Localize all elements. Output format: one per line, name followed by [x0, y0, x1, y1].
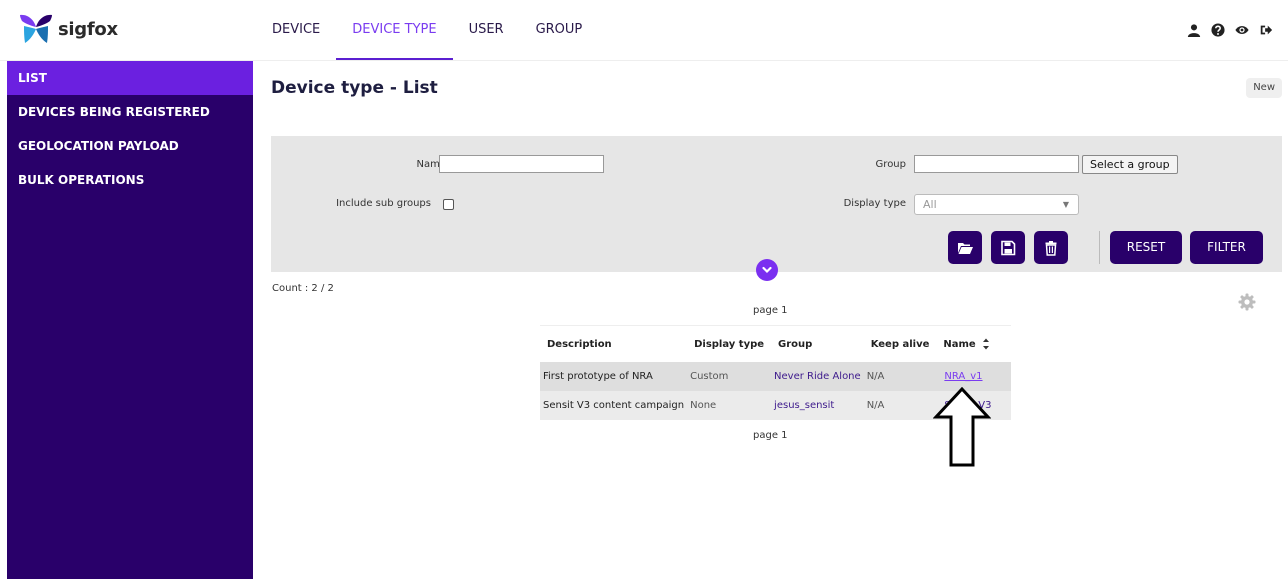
toolbar-divider [1099, 231, 1100, 264]
cell-keep-alive: N/A [863, 362, 937, 391]
include-sub-groups-label: Include sub groups [336, 198, 431, 209]
cell-display-type: Custom [687, 362, 772, 391]
device-type-name-link[interactable]: NRA_v1 [944, 371, 982, 382]
sidebar-item-devices-being-registered[interactable]: DEVICES BEING REGISTERED [7, 95, 253, 129]
cell-display-type: None [687, 391, 772, 420]
logout-icon[interactable] [1258, 22, 1274, 38]
cell-description: First prototype of NRA [540, 362, 688, 391]
group-link[interactable]: Never Ride Alone [774, 371, 861, 382]
top-bar: sigfox DEVICE DEVICE TYPE USER GROUP [0, 0, 1288, 61]
display-type-label: Display type [843, 198, 906, 209]
nav-user[interactable]: USER [453, 0, 520, 60]
save-filter-button[interactable] [991, 231, 1025, 264]
trash-icon [1045, 240, 1057, 256]
brand-name: sigfox [58, 18, 118, 40]
display-type-select[interactable]: All ▼ [914, 194, 1079, 215]
table-header-row: Description Display type Group Keep aliv… [540, 325, 1011, 362]
result-count: Count : 2 / 2 [272, 283, 334, 294]
nav-device-type[interactable]: DEVICE TYPE [336, 0, 453, 60]
new-button[interactable]: New [1246, 78, 1282, 98]
main-content: Device type - List New Name Group Select… [253, 61, 1288, 579]
nav-device[interactable]: DEVICE [256, 0, 336, 60]
gear-icon[interactable] [1238, 293, 1256, 311]
chevron-down-icon [762, 266, 772, 274]
eye-icon[interactable] [1234, 22, 1250, 38]
display-type-value: All [923, 198, 937, 211]
butterfly-logo-icon [20, 14, 52, 43]
column-header-group[interactable]: Group [771, 325, 864, 362]
column-header-display-type[interactable]: Display type [687, 325, 772, 362]
collapse-filter-button[interactable] [756, 259, 778, 281]
page-title: Device type - List [271, 78, 438, 98]
filter-button[interactable]: FILTER [1190, 231, 1263, 264]
group-link[interactable]: jesus_sensit [774, 400, 834, 411]
top-icons [1186, 22, 1274, 38]
column-header-name[interactable]: Name [936, 325, 1011, 362]
column-header-description[interactable]: Description [540, 325, 688, 362]
sidebar-item-geolocation-payload[interactable]: GEOLOCATION PAYLOAD [7, 129, 253, 163]
folder-open-icon [958, 242, 973, 254]
group-input[interactable] [914, 155, 1079, 173]
cell-keep-alive: N/A [863, 391, 937, 420]
include-sub-groups-checkbox[interactable] [443, 199, 454, 210]
annotation-arrow-icon [933, 387, 991, 467]
sidebar: LIST DEVICES BEING REGISTERED GEOLOCATIO… [7, 61, 253, 579]
name-label: Name [416, 159, 446, 170]
main-nav: DEVICE DEVICE TYPE USER GROUP [256, 0, 598, 60]
page-indicator-bottom: page 1 [753, 430, 788, 441]
nav-group[interactable]: GROUP [520, 0, 599, 60]
sort-icon [983, 338, 990, 350]
open-filter-button[interactable] [948, 231, 982, 264]
filter-panel: Name Group Select a group Include sub gr… [271, 136, 1282, 272]
column-header-keep-alive[interactable]: Keep alive [863, 325, 937, 362]
group-label: Group [875, 159, 906, 170]
save-icon [1001, 240, 1016, 255]
column-header-name-label: Name [943, 339, 976, 350]
title-bar: Device type - List New [253, 61, 1288, 116]
sigfox-logo[interactable]: sigfox [18, 12, 118, 46]
cell-description: Sensit V3 content campaign [540, 391, 688, 420]
reset-button[interactable]: RESET [1110, 231, 1182, 264]
sidebar-item-bulk-operations[interactable]: BULK OPERATIONS [7, 163, 253, 197]
page-indicator-top: page 1 [753, 305, 788, 316]
chevron-down-icon: ▼ [1062, 200, 1069, 209]
sidebar-item-list[interactable]: LIST [7, 61, 253, 95]
user-icon[interactable] [1186, 22, 1202, 38]
select-group-button[interactable]: Select a group [1082, 155, 1178, 174]
delete-filter-button[interactable] [1034, 231, 1068, 264]
help-icon[interactable] [1210, 22, 1226, 38]
name-input[interactable] [439, 155, 604, 173]
